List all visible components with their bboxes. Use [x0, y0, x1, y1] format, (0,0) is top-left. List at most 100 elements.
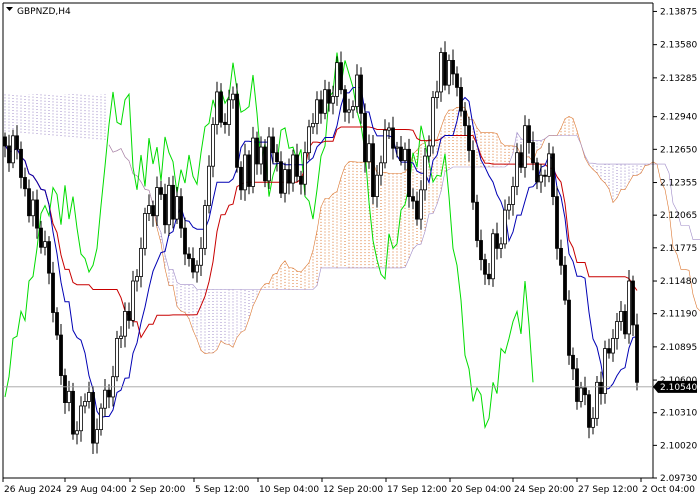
candle — [387, 127, 391, 131]
candle — [315, 99, 319, 124]
candle — [631, 280, 635, 326]
symbol-dropdown-icon[interactable] — [6, 7, 13, 11]
candle — [251, 137, 255, 187]
candle — [259, 146, 263, 165]
candle — [487, 273, 491, 280]
candle — [591, 417, 595, 428]
candle — [323, 89, 327, 114]
y-tick-label: 2.12940 — [660, 113, 697, 123]
y-tick-label: 2.10895 — [660, 343, 697, 353]
y-tick-label: 2.11480 — [660, 277, 697, 287]
candle — [287, 169, 291, 184]
candle — [355, 74, 359, 107]
candle — [375, 174, 379, 198]
candle — [527, 125, 531, 143]
candle — [495, 233, 499, 249]
chart-svg[interactable]: 2.13875 2.13580 2.13285 2.12940 2.12650 2.123… — [0, 0, 700, 500]
x-tick-label: 2 Oct 04:00 — [642, 485, 695, 495]
candle — [175, 196, 179, 220]
candle — [463, 110, 467, 127]
candle — [71, 390, 75, 435]
candle — [123, 311, 127, 337]
candle — [91, 392, 95, 444]
candle — [635, 324, 639, 383]
candle — [459, 87, 463, 112]
candle — [31, 199, 35, 217]
candle — [159, 187, 163, 195]
candle — [291, 154, 295, 184]
candle — [579, 387, 583, 402]
candle — [623, 311, 627, 335]
candle — [35, 199, 39, 229]
candle — [327, 89, 331, 104]
candle — [371, 143, 375, 198]
candle — [271, 136, 275, 154]
candle — [135, 276, 139, 282]
y-axis-ticks: 2.13875 2.13580 2.13285 2.12940 2.12650 2.123… — [653, 7, 697, 484]
y-tick-label: 2.10310 — [660, 409, 697, 419]
candle — [171, 184, 175, 220]
candle — [499, 243, 503, 249]
candle — [267, 136, 271, 182]
candle — [187, 253, 191, 259]
candle — [451, 60, 455, 75]
candle — [235, 93, 239, 168]
candle — [363, 112, 367, 163]
candle — [63, 375, 67, 403]
x-tick-label: 10 Sep 04:00 — [259, 485, 319, 495]
candle — [83, 401, 87, 407]
y-tick-label: 2.12650 — [660, 145, 697, 155]
candle — [227, 99, 231, 125]
candle — [243, 154, 247, 191]
candle — [599, 381, 603, 394]
candle — [303, 152, 307, 185]
candle — [39, 227, 43, 248]
candle — [295, 154, 299, 177]
candle — [491, 233, 495, 280]
candle — [283, 169, 287, 194]
candle — [199, 247, 203, 266]
x-tick-label: 24 Sep 20:00 — [514, 485, 574, 495]
x-tick-label: 12 Sep 20:00 — [323, 485, 383, 495]
candle — [607, 348, 611, 354]
x-tick-label: 2 Sep 20:00 — [131, 485, 186, 495]
candle — [395, 146, 399, 149]
candle — [55, 312, 59, 336]
candle — [51, 272, 55, 313]
candle — [555, 196, 559, 249]
candle — [75, 430, 79, 435]
candle — [99, 407, 103, 430]
symbol-label: GBPNZD,H4 — [17, 7, 71, 17]
candle — [211, 124, 215, 167]
y-tick-label: 2.11190 — [660, 310, 697, 320]
candle — [215, 91, 219, 125]
candle — [551, 153, 555, 198]
candle — [399, 146, 403, 161]
candle — [147, 205, 151, 214]
candle — [343, 89, 347, 113]
candle — [447, 60, 451, 86]
candle — [279, 161, 283, 194]
y-tick-label: 2.11775 — [660, 244, 697, 254]
candle — [87, 392, 91, 402]
candle — [415, 200, 419, 220]
candle — [131, 280, 135, 321]
candle — [183, 227, 187, 255]
x-tick-label: 5 Sep 12:00 — [195, 485, 250, 495]
candle — [403, 148, 407, 161]
candle — [427, 145, 431, 157]
candle — [195, 264, 199, 273]
candle — [503, 209, 507, 245]
price-bars — [3, 41, 639, 454]
x-tick-label: 26 Aug 2024 — [4, 485, 62, 495]
candle — [155, 187, 159, 217]
candle — [547, 153, 551, 177]
candle — [431, 97, 435, 147]
candle — [531, 142, 535, 164]
candle — [411, 196, 415, 202]
candle — [43, 241, 47, 248]
y-tick-label: 2.12065 — [660, 211, 697, 221]
candle — [103, 389, 107, 409]
candle — [19, 148, 23, 178]
candle — [391, 127, 395, 149]
